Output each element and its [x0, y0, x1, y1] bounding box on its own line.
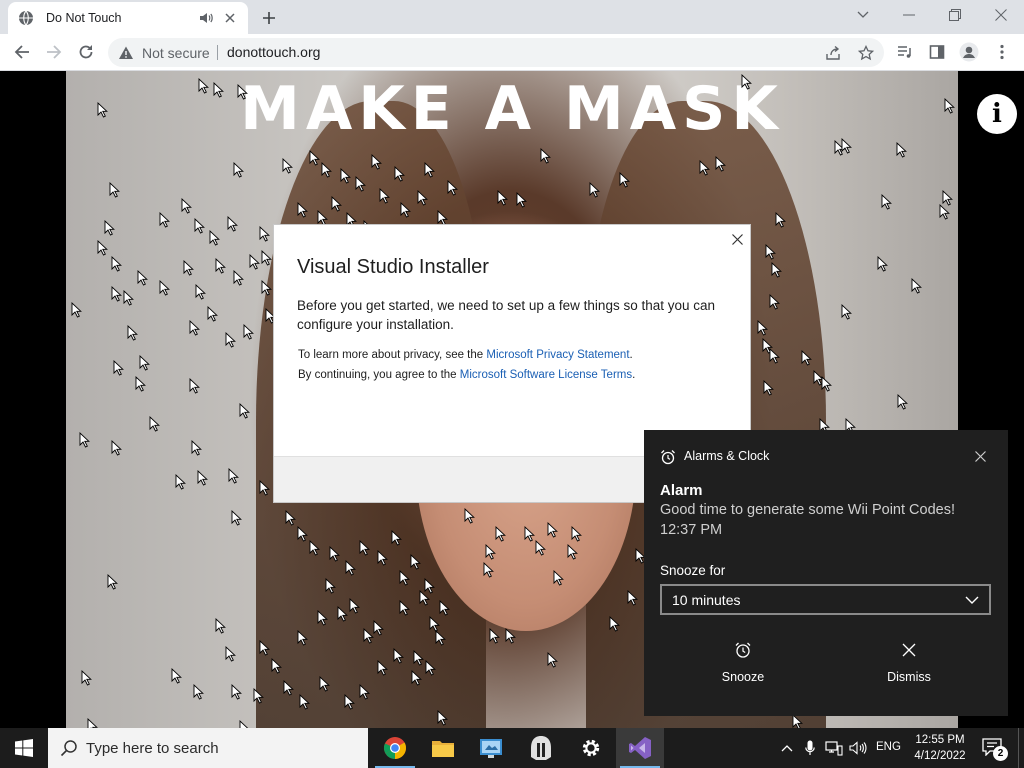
tray-time: 12:55 PM: [915, 734, 965, 746]
profile-avatar-icon[interactable]: [957, 40, 981, 64]
snooze-duration-select[interactable]: 10 minutes: [660, 584, 991, 615]
close-window-button[interactable]: [989, 4, 1013, 26]
back-button[interactable]: [10, 40, 34, 64]
globe-icon: [18, 10, 34, 26]
dialog-body: Before you get started, we need to set u…: [297, 298, 716, 332]
address-separator: [217, 45, 218, 60]
license-suffix: .: [632, 369, 636, 381]
address-bar[interactable]: Not secure donottouch.org: [108, 38, 884, 67]
start-button[interactable]: [0, 728, 48, 768]
taskbar-app-settings[interactable]: [567, 728, 615, 768]
bookmark-star-icon[interactable]: [857, 44, 875, 62]
snooze-label: Snooze for: [660, 563, 726, 578]
chevron-down-icon: [965, 596, 979, 604]
tray-date: 4/12/2022: [914, 750, 966, 762]
network-icon[interactable]: [825, 739, 843, 757]
helmet-icon: [531, 736, 551, 760]
privacy-suffix: .: [629, 349, 633, 361]
show-desktop-button[interactable]: [1018, 728, 1024, 768]
taskbar-app-file-explorer[interactable]: [419, 728, 467, 768]
search-icon: [60, 740, 77, 757]
tab-title: Do Not Touch: [46, 11, 122, 25]
privacy-line: To learn more about privacy, see the Mic…: [298, 349, 633, 361]
snooze-duration-value: 10 minutes: [672, 591, 741, 608]
privacy-statement-link[interactable]: Microsoft Privacy Statement: [486, 349, 629, 361]
minimize-button[interactable]: [897, 4, 921, 26]
toast-heading: Alarm: [660, 482, 703, 499]
volume-icon[interactable]: [849, 739, 867, 757]
media-control-icon[interactable]: [893, 40, 917, 64]
tray-clock[interactable]: 12:55 PM 4/12/2022: [904, 732, 976, 764]
taskbar: Type here to search ENG 12:55 PM 4/12/20…: [0, 728, 1024, 768]
security-label[interactable]: Not secure: [142, 45, 210, 61]
language-indicator[interactable]: ENG: [876, 741, 901, 753]
snooze-button[interactable]: Snooze: [678, 634, 808, 704]
forward-button[interactable]: [42, 40, 66, 64]
close-tab-icon[interactable]: [222, 10, 238, 26]
action-center-button[interactable]: 2: [982, 738, 1008, 761]
share-icon[interactable]: [824, 44, 842, 62]
menu-kebab-icon[interactable]: [990, 40, 1014, 64]
browser-toolbar: Not secure donottouch.org: [0, 34, 1024, 71]
url-text[interactable]: donottouch.org: [227, 44, 320, 60]
dismiss-button[interactable]: Dismiss: [844, 634, 974, 704]
license-line: By continuing, you agree to the Microsof…: [298, 369, 635, 381]
tab-do-not-touch[interactable]: Do Not Touch: [8, 2, 248, 34]
visual-studio-icon: [629, 737, 651, 759]
dismiss-x-icon: [899, 640, 919, 660]
info-button[interactable]: i: [977, 94, 1017, 134]
dialog-title: Visual Studio Installer: [297, 256, 489, 278]
gear-icon: [582, 739, 600, 757]
folder-icon: [432, 741, 454, 757]
tab-strip: Do Not Touch: [0, 0, 1024, 34]
control-panel-icon: [480, 739, 502, 758]
new-tab-button[interactable]: [258, 7, 280, 29]
taskbar-search-box[interactable]: Type here to search: [48, 728, 368, 768]
chrome-icon: [384, 737, 406, 759]
microphone-icon[interactable]: [801, 739, 819, 757]
tray-chevron-up-icon[interactable]: [778, 739, 796, 757]
tab-search-icon[interactable]: [851, 4, 875, 26]
notification-count-badge: 2: [993, 746, 1008, 761]
taskbar-app-chrome[interactable]: [371, 728, 419, 768]
privacy-prefix: To learn more about privacy, see the: [298, 349, 487, 361]
snooze-label-text: Snooze: [721, 670, 765, 684]
taskbar-app-visual-studio-installer[interactable]: [616, 728, 664, 768]
alarm-clock-icon: [660, 449, 676, 465]
toast-app-name: Alarms & Clock: [684, 449, 770, 463]
side-panel-icon[interactable]: [925, 40, 949, 64]
speaker-icon[interactable]: [198, 10, 214, 26]
toast-close-icon[interactable]: [972, 448, 988, 464]
windows-logo-icon: [15, 739, 33, 757]
warning-icon[interactable]: [118, 45, 134, 61]
restore-button[interactable]: [943, 4, 967, 26]
toast-message: Good time to generate some Wii Point Cod…: [660, 502, 955, 518]
snooze-clock-icon: [733, 640, 753, 660]
toast-alarm-time: 12:37 PM: [660, 522, 723, 538]
info-icon: i: [992, 99, 1002, 129]
dialog-close-icon[interactable]: [730, 232, 744, 246]
page-title: MAKE A MASK: [240, 74, 784, 144]
dismiss-label-text: Dismiss: [887, 670, 931, 684]
taskbar-app-helmet[interactable]: [517, 728, 565, 768]
alarm-notification: Alarms & Clock Alarm Good time to genera…: [644, 430, 1008, 716]
license-terms-link[interactable]: Microsoft Software License Terms: [460, 369, 632, 381]
taskbar-app-control-panel[interactable]: [467, 728, 515, 768]
license-prefix: By continuing, you agree to the: [298, 369, 460, 381]
reload-button[interactable]: [74, 40, 98, 64]
search-placeholder: Type here to search: [86, 739, 219, 757]
